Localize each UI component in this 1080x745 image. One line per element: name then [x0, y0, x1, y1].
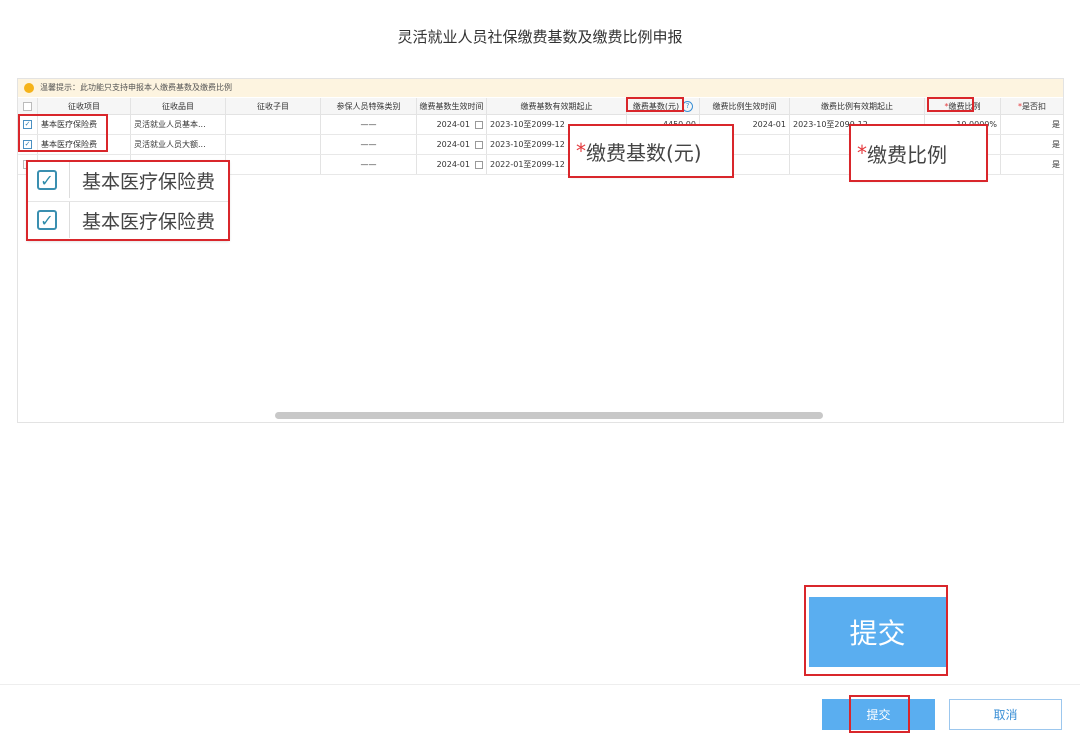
- cell-base-effective[interactable]: 2024-01: [417, 135, 487, 154]
- annotation-box-callout-ratio: [849, 124, 988, 182]
- notice-bar: 温馨提示：此功能只支持申报本人缴费基数及缴费比例: [18, 79, 1063, 97]
- cell-deduct: 是: [1052, 140, 1060, 149]
- cell-base-effective[interactable]: 2024-01: [417, 115, 487, 134]
- header-deduct: * 是否扣: [1001, 98, 1063, 114]
- annotation-box-submit: [849, 695, 910, 733]
- edit-icon[interactable]: [475, 120, 483, 129]
- cell-category: 灵活就业人员基本...: [131, 115, 226, 134]
- base-effective-value: 2024-01: [436, 160, 470, 169]
- footer-divider: [0, 684, 1080, 685]
- cell-subitem: [226, 155, 321, 174]
- edit-icon[interactable]: [475, 160, 483, 169]
- annotation-box-callout-base: [568, 124, 734, 178]
- header-base-period: 缴费基数有效期起止: [487, 98, 627, 114]
- annotation-box-ratio: [927, 97, 974, 112]
- header-special: 参保人员特殊类别: [321, 98, 417, 114]
- dialog-title: 灵活就业人员社保缴费基数及缴费比例申报: [397, 28, 683, 46]
- header-base-effective: 缴费基数生效时间: [417, 98, 487, 114]
- annotation-box-base: [626, 97, 684, 112]
- cell-subitem: [226, 115, 321, 134]
- edit-icon[interactable]: [475, 140, 483, 149]
- header-subitem: 征收子目: [226, 98, 321, 114]
- cell-special: ——: [321, 155, 417, 174]
- header-category: 征收品目: [131, 98, 226, 114]
- cell-deduct: 是: [1052, 160, 1060, 169]
- cell-base-effective[interactable]: 2024-01: [417, 155, 487, 174]
- base-effective-value: 2024-01: [436, 140, 470, 149]
- cell-special: ——: [321, 135, 417, 154]
- notice-text: 温馨提示：此功能只支持申报本人缴费基数及缴费比例: [40, 83, 232, 92]
- cell-subitem: [226, 135, 321, 154]
- cell-category: 灵活就业人员大额...: [131, 135, 226, 154]
- cell-special: ——: [321, 115, 417, 134]
- base-effective-value: 2024-01: [436, 120, 470, 129]
- deduct-header-label: 是否扣: [1022, 101, 1046, 111]
- header-ratio-period: 缴费比例有效期起止: [790, 98, 925, 114]
- annotation-box-callout-items: [26, 160, 230, 241]
- cancel-button[interactable]: 取消: [949, 699, 1062, 730]
- table-header: 征收项目 征收品目 征收子目 参保人员特殊类别 缴费基数生效时间 缴费基数有效期…: [18, 98, 1063, 115]
- cell-deduct: 是: [1052, 120, 1060, 129]
- annotation-box-callout-submit: [804, 585, 948, 676]
- header-ratio-effective: 缴费比例生效时间: [700, 98, 790, 114]
- header-item: 征收项目: [38, 98, 131, 114]
- select-all-checkbox[interactable]: [18, 98, 38, 114]
- horizontal-scrollbar[interactable]: [275, 412, 823, 419]
- info-dot-icon: [24, 83, 34, 93]
- annotation-box-items: [18, 114, 108, 152]
